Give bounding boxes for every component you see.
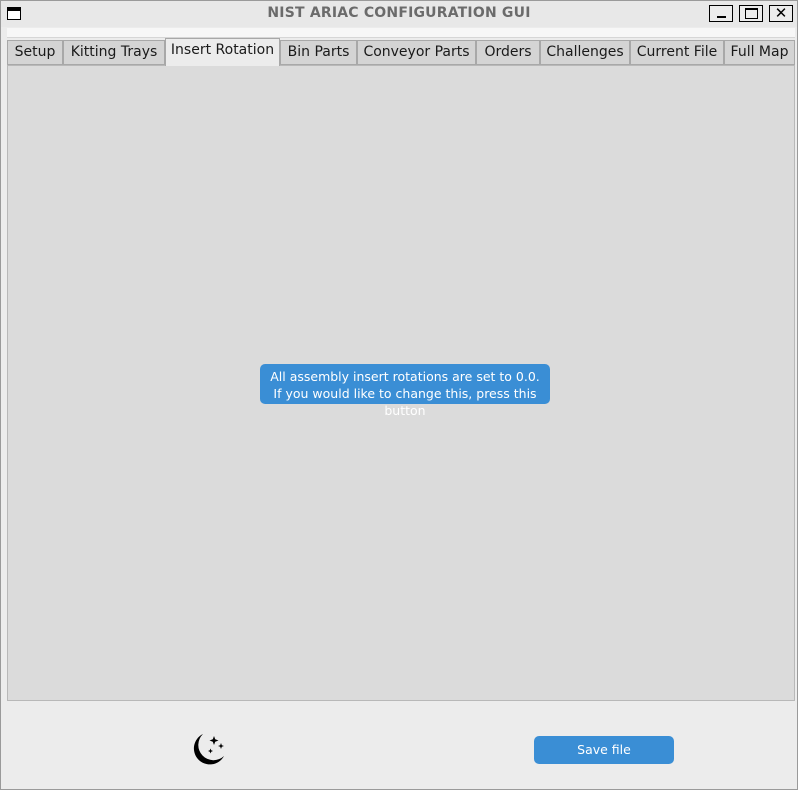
tab-full-map[interactable]: Full Map [724, 40, 795, 65]
moon-stars-icon[interactable] [187, 730, 227, 770]
tab-orders[interactable]: Orders [476, 40, 540, 65]
change-rotation-button[interactable]: All assembly insert rotations are set to… [260, 364, 550, 418]
bottom-bar: Save file [7, 702, 795, 788]
insert-rotation-panel: All assembly insert rotations are set to… [7, 65, 795, 701]
minimize-icon [717, 16, 726, 18]
tab-challenges[interactable]: Challenges [540, 40, 630, 65]
tab-conveyor-parts[interactable]: Conveyor Parts [357, 40, 476, 65]
app-window: NIST ARIAC CONFIGURATION GUI ✕ Setup Kit… [0, 0, 798, 790]
menu-strip [7, 28, 795, 38]
maximize-icon [745, 8, 758, 19]
tab-setup[interactable]: Setup [7, 40, 63, 65]
tab-current-file[interactable]: Current File [630, 40, 724, 65]
window-title: NIST ARIAC CONFIGURATION GUI [267, 5, 531, 21]
tab-bar: Setup Kitting Trays Insert Rotation Bin … [7, 38, 795, 66]
minimize-button[interactable] [709, 5, 733, 22]
close-icon: ✕ [774, 4, 788, 22]
tab-bin-parts[interactable]: Bin Parts [280, 40, 357, 65]
maximize-button[interactable] [739, 5, 763, 22]
tab-insert-rotation[interactable]: Insert Rotation [165, 38, 280, 66]
close-button[interactable]: ✕ [769, 5, 793, 22]
rotation-message-line-1: All assembly insert rotations are set to… [270, 369, 540, 384]
save-file-button[interactable]: Save file [534, 736, 674, 764]
title-bar[interactable]: NIST ARIAC CONFIGURATION GUI ✕ [1, 1, 797, 27]
rotation-message-line-2: If you would like to change this, press … [273, 386, 537, 418]
tab-kitting-trays[interactable]: Kitting Trays [63, 40, 165, 65]
